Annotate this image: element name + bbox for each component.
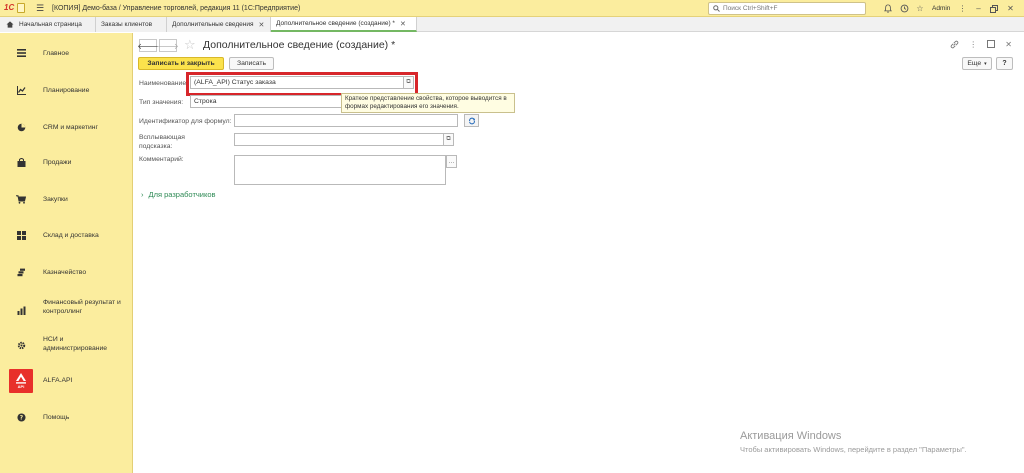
sidebar-item-label: Финансовый результат и контроллинг: [43, 299, 121, 315]
form-header: 🡐 🡒 ☆ Дополнительное сведение (создание)…: [137, 38, 1018, 54]
developers-group-toggle[interactable]: › Для разработчиков: [141, 190, 216, 199]
alfa-logo-icon: API: [9, 369, 33, 393]
tab-label: Дополнительные сведения: [172, 21, 254, 28]
chart-icon: [16, 85, 26, 95]
gear-icon: [16, 340, 26, 350]
save-button[interactable]: Записать: [229, 57, 274, 70]
sidebar-item-crm[interactable]: CRM и маркетинг: [0, 121, 133, 133]
chevron-down-icon: ▾: [984, 60, 987, 67]
restore-icon[interactable]: [986, 1, 1002, 16]
cart-icon: [16, 194, 26, 204]
tab-close-icon[interactable]: ✕: [400, 20, 406, 28]
comment-field[interactable]: [234, 155, 446, 185]
sidebar-item-label: Помощь: [43, 413, 70, 421]
sidebar-item-label: ALFA.API: [43, 377, 73, 384]
global-search[interactable]: [708, 2, 866, 15]
more-label: Еще: [967, 60, 982, 67]
page-title: Дополнительное сведение (создание) *: [203, 39, 396, 51]
popup-hint-label: Всплывающая подсказка:: [139, 134, 185, 150]
developers-link-label: Для разработчиков: [148, 190, 216, 199]
form-close-icon[interactable]: ✕: [1005, 40, 1012, 51]
form-maximize-icon[interactable]: [987, 40, 996, 51]
hint-tooltip: Краткое представление свойства, которое …: [341, 93, 515, 113]
name-label: Наименование:: [139, 80, 189, 87]
link-icon[interactable]: [950, 40, 959, 51]
tabs-bar: Начальная страница Заказы клиентов Допол…: [0, 17, 1024, 32]
main-menu-icon[interactable]: ☰: [36, 3, 46, 14]
sidebar-item-main[interactable]: Главное: [0, 47, 133, 59]
title-bar: 1С ☰ [КОПИЯ] Демо-база / Управление торг…: [0, 0, 1024, 17]
sidebar-item-alfa-api[interactable]: API ALFA.API: [0, 369, 133, 393]
form-menu-icon[interactable]: ⋮: [969, 40, 977, 51]
more-button[interactable]: Еще ▾: [962, 57, 992, 70]
sidebar-item-sales[interactable]: Продажи: [0, 156, 133, 168]
sidebar: Главное Планирование CRM и маркетинг Про…: [0, 33, 133, 473]
sidebar-item-finance[interactable]: Финансовый результат и контроллинг: [0, 298, 133, 318]
home-icon: [6, 21, 14, 28]
minimize-icon[interactable]: –: [970, 1, 986, 16]
open-translation-icon[interactable]: ⧉: [443, 133, 454, 146]
form-header-icons: ⋮ ✕: [950, 40, 1012, 51]
pie-icon: [16, 122, 26, 132]
value-type-label: Тип значения:: [139, 99, 184, 106]
shopping-bag-icon: [16, 157, 26, 167]
sidebar-item-label: Казначейство: [43, 268, 87, 276]
window-menu-icon[interactable]: ⋮: [954, 1, 970, 16]
sidebar-item-help[interactable]: ? Помощь: [0, 411, 133, 423]
grid-icon: [16, 230, 26, 240]
sidebar-item-treasury[interactable]: Казначейство: [0, 266, 133, 278]
sidebar-item-label: Планирование: [43, 86, 90, 94]
help-button[interactable]: ?: [996, 57, 1013, 70]
sidebar-item-label: НСИ и администрирование: [43, 336, 108, 352]
sidebar-item-label: Продажи: [43, 158, 72, 166]
tab-label: Дополнительное сведение (создание) *: [276, 20, 395, 27]
favorite-star-icon[interactable]: ☆: [184, 38, 196, 52]
app-logo-mark: [17, 3, 25, 13]
tab-orders[interactable]: Заказы клиентов: [96, 17, 167, 32]
tab-additional-info-create[interactable]: Дополнительное сведение (создание) * ✕: [271, 17, 417, 32]
sidebar-item-planning[interactable]: Планирование: [0, 84, 133, 96]
formula-id-label: Идентификатор для формул:: [139, 118, 232, 125]
search-icon: [713, 5, 720, 12]
bell-icon[interactable]: [880, 1, 896, 16]
save-and-close-button[interactable]: Записать и закрыть: [138, 57, 224, 70]
user-name[interactable]: Admin: [932, 5, 950, 12]
tab-home[interactable]: Начальная страница: [0, 17, 96, 32]
back-button[interactable]: 🡐: [137, 39, 159, 52]
popup-hint-field[interactable]: [234, 133, 444, 146]
bar-chart-icon: [16, 305, 26, 315]
sidebar-item-label: Закупки: [43, 195, 68, 203]
watermark-title: Активация Windows: [740, 430, 842, 442]
value-type-field[interactable]: Строка: [190, 95, 342, 108]
search-input[interactable]: [723, 5, 853, 12]
tab-label: Заказы клиентов: [101, 21, 153, 28]
sidebar-item-admin[interactable]: НСИ и администрирование: [0, 335, 133, 355]
sidebar-item-label: Главное: [43, 49, 69, 57]
formula-id-field[interactable]: [234, 114, 458, 127]
tab-label: Начальная страница: [19, 21, 82, 28]
sidebar-item-label: CRM и маркетинг: [43, 123, 99, 131]
close-icon[interactable]: ✕: [1002, 1, 1018, 16]
comment-label: Комментарий:: [139, 156, 184, 163]
comment-expand-button[interactable]: …: [446, 155, 457, 168]
window-title: [КОПИЯ] Демо-база / Управление торговлей…: [52, 4, 301, 12]
tab-additional-info[interactable]: Дополнительные сведения ✕: [167, 17, 271, 32]
refresh-icon: [468, 117, 475, 124]
forward-button[interactable]: 🡒: [157, 39, 179, 52]
alfa-logo-text: API: [17, 384, 25, 389]
history-icon[interactable]: [896, 1, 912, 16]
tab-close-icon[interactable]: ✕: [259, 21, 265, 29]
sidebar-item-warehouse[interactable]: Склад и доставка: [0, 229, 133, 241]
titlebar-icons: ☆ Admin ⋮ – ✕: [880, 1, 1018, 16]
windows-activation-watermark: Активация Windows Чтобы активировать Win…: [740, 430, 967, 454]
star-icon[interactable]: ☆: [912, 1, 928, 16]
watermark-text: Чтобы активировать Windows, перейдите в …: [740, 445, 967, 454]
menu-lines-icon: [16, 48, 26, 58]
generate-id-button[interactable]: [464, 114, 479, 127]
coins-icon: [16, 267, 26, 277]
help-icon: ?: [16, 412, 26, 422]
sidebar-item-label: Склад и доставка: [43, 231, 99, 239]
sidebar-item-purchases[interactable]: Закупки: [0, 193, 133, 205]
chevron-right-icon: ›: [141, 190, 144, 199]
